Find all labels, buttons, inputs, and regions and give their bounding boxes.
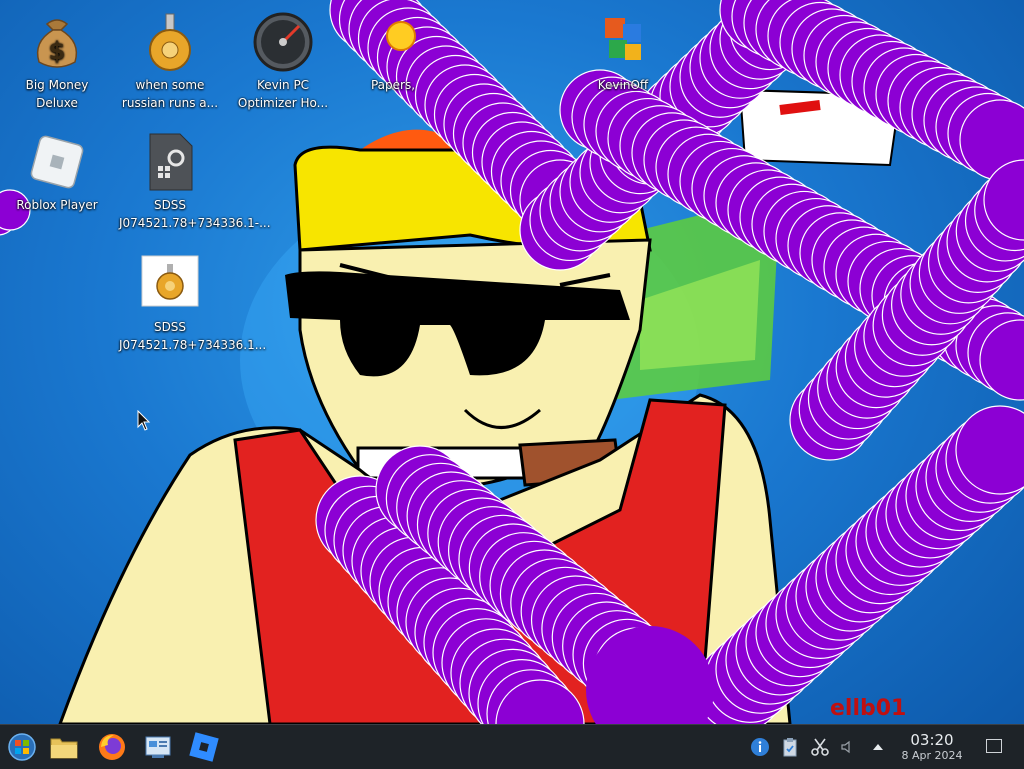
desktop-icon-label: Kevin PC Optimizer Ho... xyxy=(237,78,329,110)
show-desktop-button[interactable] xyxy=(986,739,1002,753)
speedometer-icon xyxy=(253,12,313,72)
money-bag-icon: $ xyxy=(36,19,78,68)
volume-icon[interactable] xyxy=(838,737,858,757)
desktop-icon-label: SDSS J074521.78+734336.1-... xyxy=(119,198,271,230)
firefox-icon[interactable] xyxy=(96,731,128,763)
folder-icon[interactable] xyxy=(48,731,80,763)
wallpaper-text: ellb01 xyxy=(830,696,906,721)
mouse-cursor xyxy=(137,410,151,431)
chevron-up-icon[interactable] xyxy=(868,737,888,757)
office-icon xyxy=(605,18,641,60)
system-file-icon xyxy=(149,133,193,191)
desktop-icon-label: SDSS J074521.78+734336.1... xyxy=(119,320,267,352)
sun-icon xyxy=(386,21,416,51)
desktop-icon-papers[interactable]: Papers, xyxy=(340,10,446,94)
desktop[interactable]: ellb01 $ Big Money Deluxe when some russ… xyxy=(0,0,1024,724)
control-panel-icon[interactable] xyxy=(142,731,174,763)
gear-file-icon xyxy=(141,255,199,307)
svg-text:$: $ xyxy=(49,37,66,65)
desktop-icon-label: Roblox Player xyxy=(16,198,98,212)
roblox-icon xyxy=(30,135,84,189)
clipboard-icon[interactable] xyxy=(780,737,800,757)
gear-icon xyxy=(149,13,191,71)
desktop-icon-label: when some russian runs a... xyxy=(121,78,219,110)
desktop-icon-label: Big Money Deluxe xyxy=(25,78,89,110)
clock-date[interactable]: 8 Apr 2024 xyxy=(892,749,972,763)
desktop-icon-sdss-file-1[interactable]: SDSS J074521.78+734336.1-... xyxy=(117,130,271,232)
desktop-icon-kevinoff[interactable]: KevinOff xyxy=(570,10,676,94)
desktop-icon-label: Papers, xyxy=(370,78,416,92)
desktop-icon-roblox-player[interactable]: Roblox Player xyxy=(4,130,110,214)
desktop-icon-big-money-deluxe[interactable]: $ Big Money Deluxe xyxy=(4,10,110,112)
roblox-icon[interactable] xyxy=(188,731,220,763)
clock-time[interactable]: 03:20 xyxy=(902,731,962,749)
scissors-icon[interactable] xyxy=(810,737,830,757)
info-icon[interactable] xyxy=(750,737,770,757)
start-orb-icon[interactable] xyxy=(6,731,38,763)
desktop-icon-label: KevinOff xyxy=(597,78,649,92)
desktop-icon-kevin-pc-optimizer[interactable]: Kevin PC Optimizer Ho... xyxy=(230,10,336,112)
taskbar: 03:20 8 Apr 2024 xyxy=(0,724,1024,769)
desktop-icon-sdss-file-2[interactable]: SDSS J074521.78+734336.1... xyxy=(117,252,267,354)
desktop-icon-when-some-russian[interactable]: when some russian runs a... xyxy=(117,10,223,112)
